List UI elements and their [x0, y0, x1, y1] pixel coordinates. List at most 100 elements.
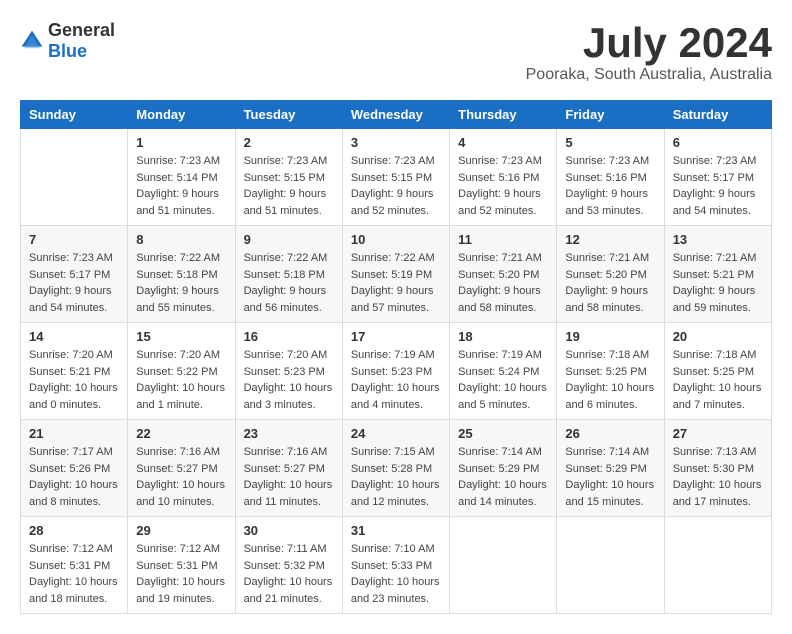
- day-info: Sunrise: 7:12 AM Sunset: 5:31 PM Dayligh…: [29, 541, 119, 607]
- logo-text: General Blue: [48, 20, 115, 62]
- day-number: 25: [458, 426, 548, 441]
- day-info: Sunrise: 7:19 AM Sunset: 5:23 PM Dayligh…: [351, 347, 441, 413]
- sunrise-text: Sunrise: 7:23 AM: [673, 155, 757, 167]
- sunrise-text: Sunrise: 7:18 AM: [565, 349, 649, 361]
- day-number: 15: [136, 329, 226, 344]
- day-info: Sunrise: 7:20 AM Sunset: 5:22 PM Dayligh…: [136, 347, 226, 413]
- sunrise-text: Sunrise: 7:22 AM: [244, 252, 328, 264]
- sunset-text: Sunset: 5:14 PM: [136, 172, 217, 184]
- day-number: 6: [673, 135, 763, 150]
- daylight-text: Daylight: 9 hours and 51 minutes.: [136, 188, 219, 217]
- sunset-text: Sunset: 5:26 PM: [29, 463, 110, 475]
- table-cell: 27 Sunrise: 7:13 AM Sunset: 5:30 PM Dayl…: [664, 420, 771, 517]
- table-cell: 14 Sunrise: 7:20 AM Sunset: 5:21 PM Dayl…: [21, 323, 128, 420]
- table-cell: 22 Sunrise: 7:16 AM Sunset: 5:27 PM Dayl…: [128, 420, 235, 517]
- sunrise-text: Sunrise: 7:23 AM: [458, 155, 542, 167]
- logo: General Blue: [20, 20, 115, 62]
- day-info: Sunrise: 7:18 AM Sunset: 5:25 PM Dayligh…: [565, 347, 655, 413]
- daylight-text: Daylight: 10 hours and 17 minutes.: [673, 479, 762, 508]
- table-cell: 18 Sunrise: 7:19 AM Sunset: 5:24 PM Dayl…: [450, 323, 557, 420]
- sunrise-text: Sunrise: 7:21 AM: [458, 252, 542, 264]
- day-number: 5: [565, 135, 655, 150]
- sunrise-text: Sunrise: 7:12 AM: [29, 543, 113, 555]
- sunset-text: Sunset: 5:19 PM: [351, 269, 432, 281]
- table-cell: [450, 517, 557, 614]
- day-info: Sunrise: 7:11 AM Sunset: 5:32 PM Dayligh…: [244, 541, 334, 607]
- day-info: Sunrise: 7:19 AM Sunset: 5:24 PM Dayligh…: [458, 347, 548, 413]
- daylight-text: Daylight: 9 hours and 52 minutes.: [458, 188, 541, 217]
- daylight-text: Daylight: 10 hours and 3 minutes.: [244, 382, 333, 411]
- sunset-text: Sunset: 5:20 PM: [565, 269, 646, 281]
- sunrise-text: Sunrise: 7:16 AM: [136, 446, 220, 458]
- day-number: 19: [565, 329, 655, 344]
- table-cell: 15 Sunrise: 7:20 AM Sunset: 5:22 PM Dayl…: [128, 323, 235, 420]
- table-cell: 24 Sunrise: 7:15 AM Sunset: 5:28 PM Dayl…: [342, 420, 449, 517]
- day-info: Sunrise: 7:23 AM Sunset: 5:17 PM Dayligh…: [673, 153, 763, 219]
- table-cell: 13 Sunrise: 7:21 AM Sunset: 5:21 PM Dayl…: [664, 226, 771, 323]
- table-cell: 4 Sunrise: 7:23 AM Sunset: 5:16 PM Dayli…: [450, 129, 557, 226]
- day-number: 22: [136, 426, 226, 441]
- day-number: 27: [673, 426, 763, 441]
- table-cell: 21 Sunrise: 7:17 AM Sunset: 5:26 PM Dayl…: [21, 420, 128, 517]
- sunset-text: Sunset: 5:23 PM: [351, 366, 432, 378]
- sunrise-text: Sunrise: 7:10 AM: [351, 543, 435, 555]
- sunrise-text: Sunrise: 7:23 AM: [136, 155, 220, 167]
- header-tuesday: Tuesday: [235, 101, 342, 129]
- day-number: 24: [351, 426, 441, 441]
- day-number: 12: [565, 232, 655, 247]
- day-number: 4: [458, 135, 548, 150]
- sunset-text: Sunset: 5:21 PM: [29, 366, 110, 378]
- daylight-text: Daylight: 9 hours and 59 minutes.: [673, 285, 756, 314]
- sunset-text: Sunset: 5:29 PM: [565, 463, 646, 475]
- day-number: 11: [458, 232, 548, 247]
- day-info: Sunrise: 7:23 AM Sunset: 5:16 PM Dayligh…: [565, 153, 655, 219]
- sunset-text: Sunset: 5:30 PM: [673, 463, 754, 475]
- sunrise-text: Sunrise: 7:20 AM: [244, 349, 328, 361]
- daylight-text: Daylight: 9 hours and 56 minutes.: [244, 285, 327, 314]
- daylight-text: Daylight: 10 hours and 21 minutes.: [244, 576, 333, 605]
- sunset-text: Sunset: 5:18 PM: [244, 269, 325, 281]
- daylight-text: Daylight: 10 hours and 4 minutes.: [351, 382, 440, 411]
- daylight-text: Daylight: 10 hours and 14 minutes.: [458, 479, 547, 508]
- sunset-text: Sunset: 5:27 PM: [244, 463, 325, 475]
- day-info: Sunrise: 7:22 AM Sunset: 5:19 PM Dayligh…: [351, 250, 441, 316]
- day-info: Sunrise: 7:21 AM Sunset: 5:21 PM Dayligh…: [673, 250, 763, 316]
- table-cell: 19 Sunrise: 7:18 AM Sunset: 5:25 PM Dayl…: [557, 323, 664, 420]
- daylight-text: Daylight: 10 hours and 10 minutes.: [136, 479, 225, 508]
- sunset-text: Sunset: 5:28 PM: [351, 463, 432, 475]
- day-number: 29: [136, 523, 226, 538]
- daylight-text: Daylight: 9 hours and 58 minutes.: [458, 285, 541, 314]
- day-info: Sunrise: 7:18 AM Sunset: 5:25 PM Dayligh…: [673, 347, 763, 413]
- header-monday: Monday: [128, 101, 235, 129]
- sunset-text: Sunset: 5:16 PM: [565, 172, 646, 184]
- table-cell: [557, 517, 664, 614]
- day-number: 7: [29, 232, 119, 247]
- table-cell: 10 Sunrise: 7:22 AM Sunset: 5:19 PM Dayl…: [342, 226, 449, 323]
- logo-blue: Blue: [48, 41, 87, 61]
- sunrise-text: Sunrise: 7:13 AM: [673, 446, 757, 458]
- day-info: Sunrise: 7:16 AM Sunset: 5:27 PM Dayligh…: [244, 444, 334, 510]
- daylight-text: Daylight: 10 hours and 1 minute.: [136, 382, 225, 411]
- sunset-text: Sunset: 5:17 PM: [673, 172, 754, 184]
- sunrise-text: Sunrise: 7:16 AM: [244, 446, 328, 458]
- sunrise-text: Sunrise: 7:14 AM: [565, 446, 649, 458]
- day-info: Sunrise: 7:23 AM Sunset: 5:15 PM Dayligh…: [244, 153, 334, 219]
- day-info: Sunrise: 7:21 AM Sunset: 5:20 PM Dayligh…: [565, 250, 655, 316]
- table-cell: 12 Sunrise: 7:21 AM Sunset: 5:20 PM Dayl…: [557, 226, 664, 323]
- logo-icon: [20, 29, 44, 53]
- header-thursday: Thursday: [450, 101, 557, 129]
- sunset-text: Sunset: 5:16 PM: [458, 172, 539, 184]
- daylight-text: Daylight: 9 hours and 54 minutes.: [29, 285, 112, 314]
- sunrise-text: Sunrise: 7:19 AM: [458, 349, 542, 361]
- daylight-text: Daylight: 10 hours and 15 minutes.: [565, 479, 654, 508]
- sunset-text: Sunset: 5:15 PM: [244, 172, 325, 184]
- day-number: 31: [351, 523, 441, 538]
- day-number: 20: [673, 329, 763, 344]
- day-info: Sunrise: 7:16 AM Sunset: 5:27 PM Dayligh…: [136, 444, 226, 510]
- sunset-text: Sunset: 5:20 PM: [458, 269, 539, 281]
- sunset-text: Sunset: 5:33 PM: [351, 560, 432, 572]
- month-title: July 2024: [526, 20, 772, 66]
- sunrise-text: Sunrise: 7:21 AM: [565, 252, 649, 264]
- table-cell: 17 Sunrise: 7:19 AM Sunset: 5:23 PM Dayl…: [342, 323, 449, 420]
- week-row-5: 28 Sunrise: 7:12 AM Sunset: 5:31 PM Dayl…: [21, 517, 772, 614]
